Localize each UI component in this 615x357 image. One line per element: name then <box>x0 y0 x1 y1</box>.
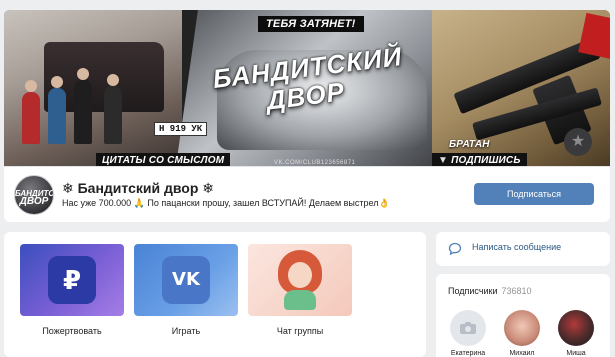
app-play-label[interactable]: Играть <box>134 326 238 336</box>
cover-figure <box>74 68 92 144</box>
group-avatar[interactable]: БАНДИТСКИЙ ДВОР <box>14 175 54 215</box>
group-page: ★ ТЕБЯ ЗАТЯНЕТ! БАНДИТСКИЙ ДВОР Н 919 УК… <box>0 0 615 357</box>
app-chat-tile[interactable] <box>248 244 352 316</box>
app-play-tile[interactable]: VK <box>134 244 238 316</box>
cover-photo-left <box>4 10 182 166</box>
cover-brat-tag: БРАТАН <box>449 139 490 150</box>
write-message-label: Написать сообщение <box>472 242 562 252</box>
ruble-icon: ₽ <box>48 256 96 304</box>
subscribers-header[interactable]: Подписчики 736810 <box>448 286 532 296</box>
license-plate: Н 919 УК <box>154 122 208 136</box>
sign-image <box>578 12 610 60</box>
apps-block: ₽ Пожертвовать VK Играть Чат группы <box>4 232 426 357</box>
app-chat-label[interactable]: Чат группы <box>248 326 352 336</box>
app-play[interactable]: VK Играть <box>134 244 238 336</box>
subscriber-avatar[interactable] <box>558 310 594 346</box>
group-cover: ★ ТЕБЯ ЗАТЯНЕТ! БАНДИТСКИЙ ДВОР Н 919 УК… <box>4 10 610 166</box>
subscribers-count: 736810 <box>501 286 532 296</box>
vk-icon: VK <box>162 256 210 304</box>
avatar-line2: ДВОР <box>19 196 49 207</box>
subscriber-name[interactable]: Екатерина <box>443 350 493 357</box>
star-icon: ★ <box>564 128 592 156</box>
cover-slogan: ТЕБЯ ЗАТЯНЕТ! <box>258 16 364 32</box>
app-donate-tile[interactable]: ₽ <box>20 244 124 316</box>
cover-figure <box>48 76 66 144</box>
speech-bubble-icon <box>448 242 462 256</box>
group-status: Нас уже 700.000 🙏 По пацански прошу, заш… <box>62 198 390 208</box>
subscribers-block: Подписчики 736810 Екатерина Михаил Миша <box>436 274 610 357</box>
subscribe-button[interactable]: Подписаться <box>474 183 594 205</box>
app-chat[interactable]: Чат группы <box>248 244 352 336</box>
chat-avatar-icon <box>278 250 322 310</box>
write-message-button[interactable]: Написать сообщение <box>436 232 610 266</box>
subscriber-name[interactable]: Михаил <box>497 350 547 357</box>
subscribers-title: Подписчики <box>448 286 498 296</box>
camera-icon <box>460 322 476 334</box>
group-name: ❄ Бандитский двор ❄ <box>62 180 215 196</box>
cover-quotes-tag: ЦИТАТЫ СО СМЫСЛОМ <box>96 153 231 166</box>
subscriber-avatar[interactable] <box>504 310 540 346</box>
cover-figure <box>104 74 122 144</box>
subscriber-avatar[interactable] <box>450 310 486 346</box>
subscriber-name[interactable]: Миша <box>551 350 601 357</box>
avatar-logo: БАНДИТСКИЙ ДВОР <box>15 190 53 207</box>
cover-subscribe-text: ПОДПИШИСЬ <box>451 155 521 166</box>
cover-subscribe-tag: ▼ ПОДПИШИСЬ <box>432 153 527 166</box>
cover-figure <box>22 80 40 144</box>
app-donate-label[interactable]: Пожертвовать <box>20 326 124 336</box>
app-donate[interactable]: ₽ Пожертвовать <box>20 244 124 336</box>
group-header: БАНДИТСКИЙ ДВОР ❄ Бандитский двор ❄ Нас … <box>4 166 610 222</box>
chevron-down-icon: ▼ <box>438 155 449 166</box>
